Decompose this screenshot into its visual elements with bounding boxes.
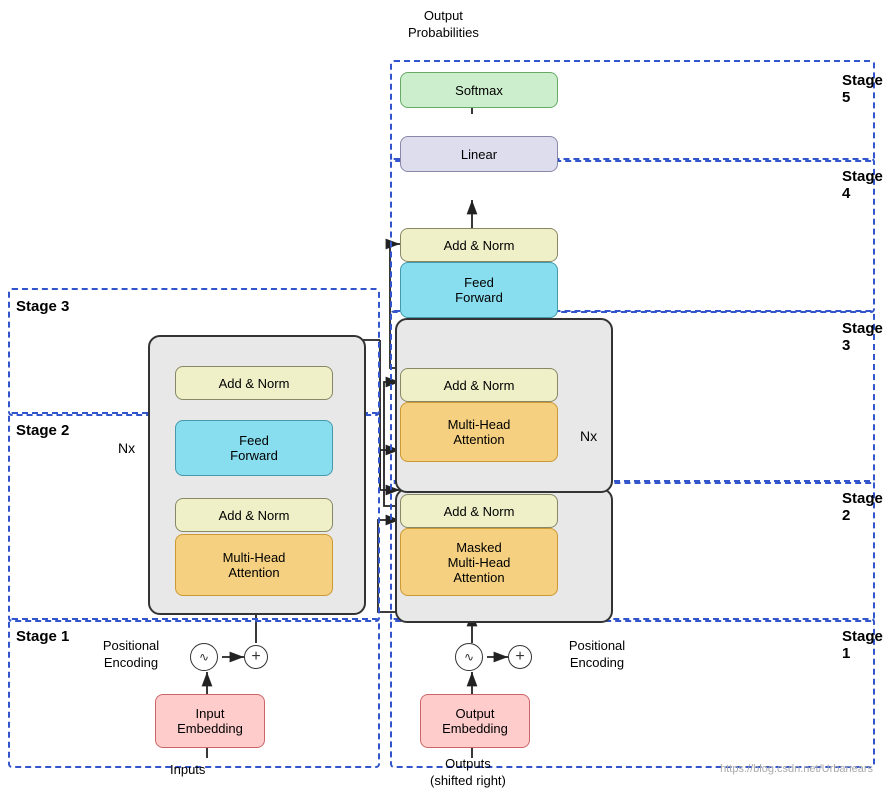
encoder-input-embedding: Input Embedding: [155, 694, 265, 748]
diagram-container: Stage 1 Stage 2 Stage 3 Stage 1 Stage 2 …: [0, 0, 883, 785]
decoder-stage5-label: Stage 5: [842, 72, 883, 106]
inputs-label: Inputs: [170, 762, 205, 777]
encoder-sine-symbol: ∿: [190, 643, 218, 671]
decoder-output-embedding: Output Embedding: [420, 694, 530, 748]
decoder-masked-multi-head: Masked Multi-Head Attention: [400, 528, 558, 596]
decoder-plus-circle: +: [508, 645, 532, 669]
decoder-sine-symbol: ∿: [455, 643, 483, 671]
encoder-add-norm-1: Add & Norm: [175, 366, 333, 400]
encoder-add-norm-2: Add & Norm: [175, 498, 333, 532]
decoder-stage4-label: Stage 4: [842, 168, 883, 202]
encoder-plus-circle: +: [244, 645, 268, 669]
decoder-stage1-label: Stage 1: [842, 628, 883, 662]
decoder-multi-head: Multi-Head Attention: [400, 402, 558, 462]
decoder-add-norm-2: Add & Norm: [400, 368, 558, 402]
linear-box: Linear: [400, 136, 558, 172]
encoder-stage3-label: Stage 3: [16, 298, 69, 315]
nx-encoder-label: Nx: [118, 440, 135, 456]
decoder-add-norm-3: Add & Norm: [400, 494, 558, 528]
softmax-box: Softmax: [400, 72, 558, 108]
encoder-stage1-label: Stage 1: [16, 628, 69, 645]
output-probabilities-label: Output Probabilities: [408, 8, 479, 42]
encoder-stage2-label: Stage 2: [16, 422, 69, 439]
encoder-multi-head: Multi-Head Attention: [175, 534, 333, 596]
encoder-positional-encoding-label: Positional Encoding: [86, 638, 176, 672]
decoder-positional-encoding-label: Positional Encoding: [552, 638, 642, 672]
decoder-stage3-label: Stage 3: [842, 320, 883, 354]
decoder-feed-forward: Feed Forward: [400, 262, 558, 318]
nx-decoder-label: Nx: [580, 428, 597, 444]
decoder-add-norm-1: Add & Norm: [400, 228, 558, 262]
decoder-stage2-label: Stage 2: [842, 490, 883, 524]
encoder-feed-forward: Feed Forward: [175, 420, 333, 476]
watermark-label: https://blog.csdn.net/Urbanears: [720, 763, 873, 775]
